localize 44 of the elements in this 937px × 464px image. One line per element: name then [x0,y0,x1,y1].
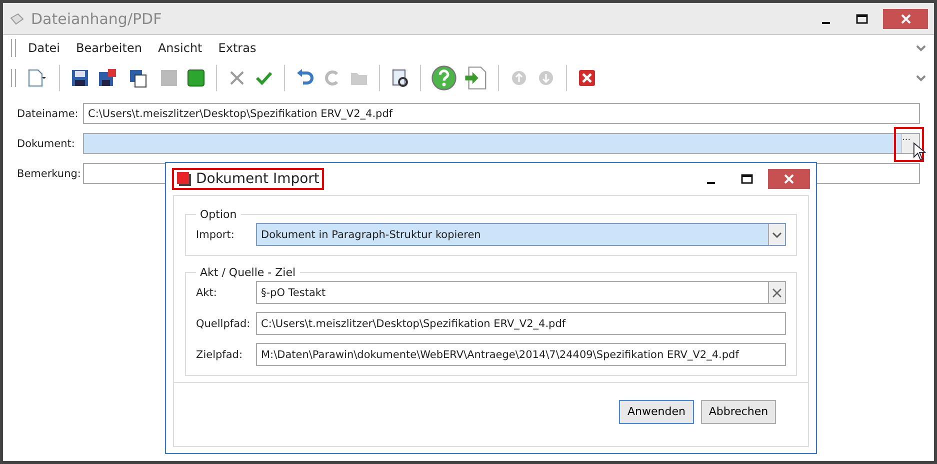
maximize-icon [856,14,868,24]
dialog-title: Dokument Import [196,171,320,187]
minimize-icon [822,22,830,24]
dialog-button[interactable]: Anwenden [619,400,694,424]
group-title: Option [199,208,238,221]
field-label: Quellpfad: [196,318,252,330]
field-label: Zielpfad: [196,348,244,360]
dialog-button[interactable]: Abbrechen [701,400,776,424]
field-label: Import: [196,228,236,240]
save-close-icon[interactable] [97,68,117,88]
chevron-icon[interactable] [916,44,926,52]
close-button[interactable] [883,8,928,28]
close-icon [900,14,910,24]
import-dropdown[interactable]: Dokument in Paragraph-Struktur kopieren [256,223,786,246]
menu-item[interactable]: Ansicht [154,41,206,55]
chevron-icon[interactable] [916,74,926,82]
text-field[interactable]: C:\Users\t.meiszlitzer\Desktop\Spezifikation ERV_V2_4.pdf [83,103,920,124]
minimize-icon [707,182,715,184]
close-icon [784,174,794,184]
menu-item[interactable]: Datei [24,41,64,55]
document-arrow-icon[interactable] [464,64,488,92]
window-title: Dateianhang/PDF [31,10,163,28]
close-button[interactable] [768,169,810,189]
field-label: Bemerkung: [17,168,82,180]
group-title: Akt / Quelle - Ziel [199,266,297,279]
menu-item[interactable]: Extras [214,41,260,55]
menu-item[interactable]: Bearbeiten [72,41,146,55]
field-label: Dateiname: [17,108,80,120]
text-field[interactable]: ... [83,133,920,154]
field-label: Dokument: [17,138,76,150]
field-label: Akt: [196,286,218,298]
text-field[interactable]: C:\Users\t.meiszlitzer\Desktop\Spezifikation ERV_V2_4.pdf [256,312,786,335]
save-icon[interactable] [70,68,90,88]
help-icon[interactable] [431,65,457,91]
text-field[interactable]: M:\Daten\Parawin\dokumente\WebERV\Antraege\2014\7\24409\Spezifikation ERV_V2_4.pdf [256,343,786,366]
cursor-icon [913,142,926,161]
square-icon[interactable] [186,68,206,88]
document-search-icon[interactable] [390,68,410,88]
dropdown-caret-icon[interactable] [768,224,785,245]
maximize-icon [741,174,753,184]
close-icon[interactable] [577,68,597,88]
text-field[interactable]: §-pO Testakt [256,281,786,304]
clear-icon[interactable] [768,282,785,303]
app-icon [177,172,191,186]
